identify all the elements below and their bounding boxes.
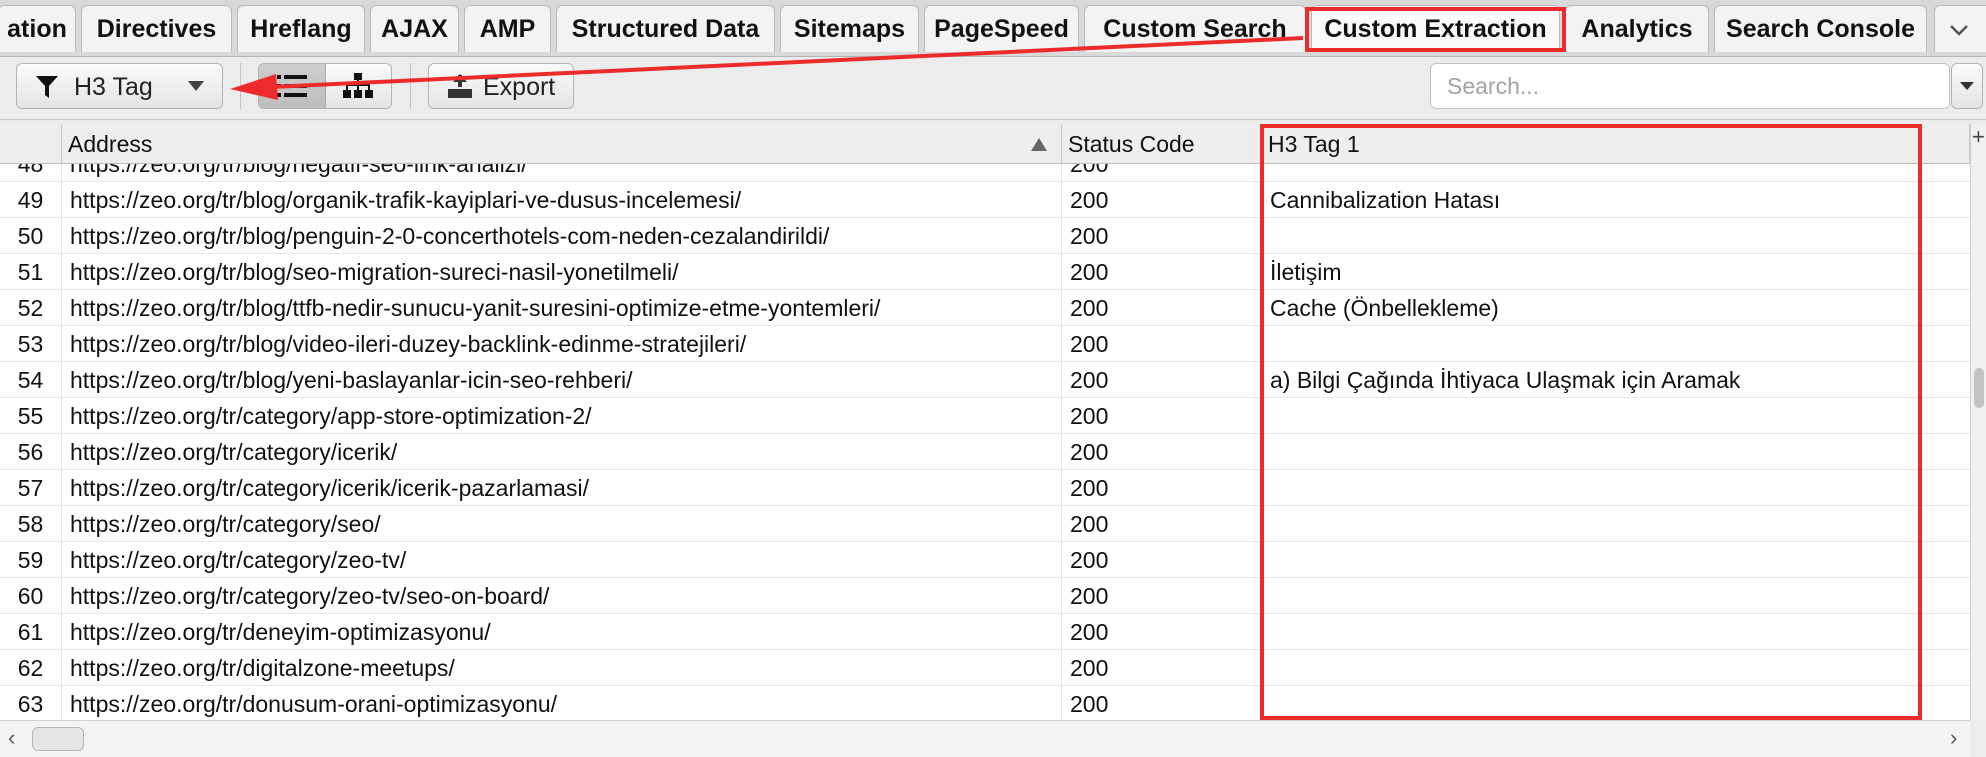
annotation-arrow	[230, 36, 1304, 100]
